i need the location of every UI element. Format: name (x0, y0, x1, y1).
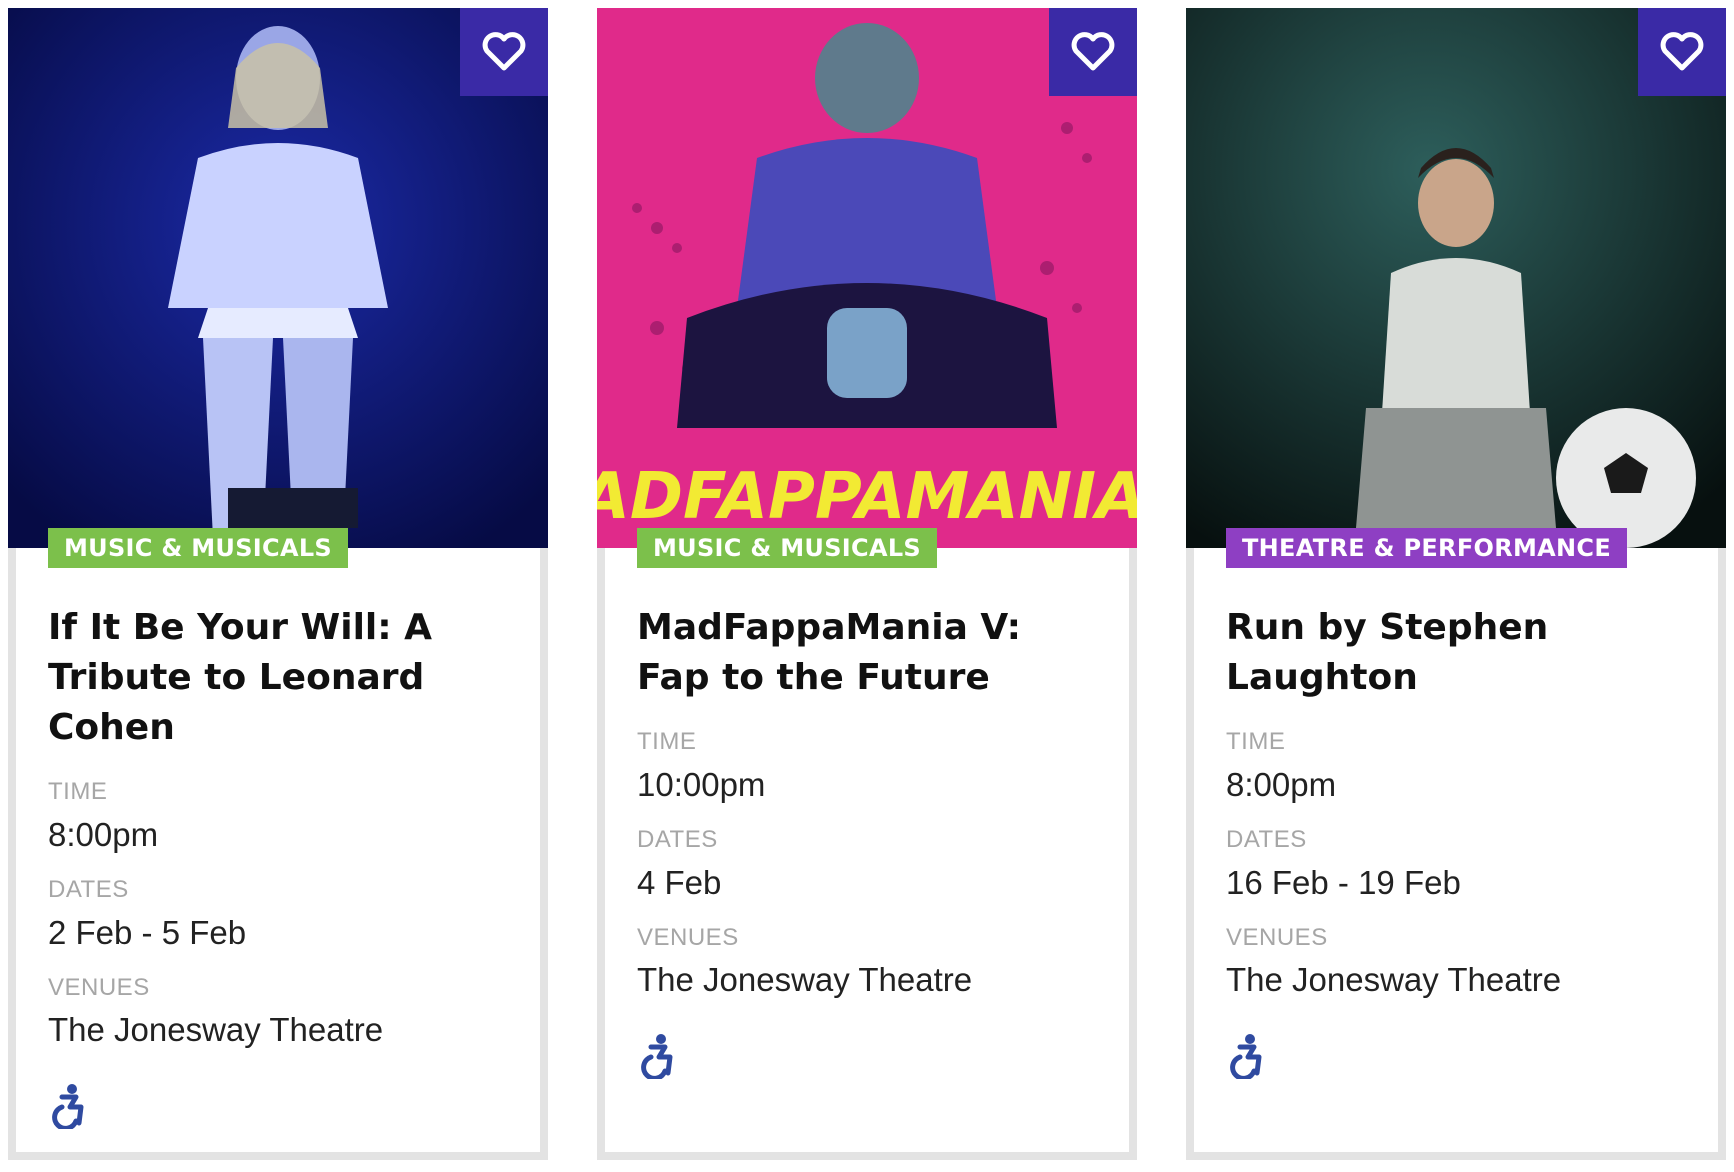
time-label: TIME (637, 728, 697, 755)
dates-value: 4 Feb (637, 864, 722, 901)
dates-value: 16 Feb - 19 Feb (1226, 864, 1461, 901)
favorite-button[interactable] (460, 8, 548, 96)
event-image[interactable] (8, 8, 548, 548)
event-title[interactable]: MadFappaMania V: Fap to the Future (637, 603, 1097, 703)
category-badge: MUSIC & MUSICALS (637, 528, 937, 568)
venue-value: The Jonesway Theatre (637, 961, 973, 998)
time-value: 10:00pm (637, 766, 766, 803)
wheelchair-icon (641, 1034, 673, 1079)
dates-label: DATES (637, 826, 718, 853)
dates-label: DATES (1226, 826, 1307, 853)
wheelchair-icon (1230, 1034, 1262, 1079)
venues-label: VENUES (637, 924, 739, 951)
event-image[interactable] (1186, 8, 1726, 548)
category-badge: THEATRE & PERFORMANCE (1226, 528, 1628, 568)
event-card[interactable]: THEATRE & PERFORMANCE Run by Stephen Lau… (1186, 8, 1726, 1160)
venue-value: The Jonesway Theatre (48, 1011, 384, 1048)
poster-title: MADFAPPAMANIA V (597, 460, 1137, 534)
time-value: 8:00pm (48, 816, 159, 853)
event-title[interactable]: If It Be Your Will: A Tribute to Leonard… (48, 603, 508, 753)
event-image[interactable]: MADFAPPAMANIA V (597, 8, 1137, 548)
category-badge: MUSIC & MUSICALS (48, 528, 348, 568)
time-label: TIME (1226, 728, 1286, 755)
event-card[interactable]: MUSIC & MUSICALS If It Be Your Will: A T… (8, 8, 548, 1160)
heart-icon (1660, 32, 1704, 71)
wheelchair-icon (52, 1084, 84, 1129)
event-card[interactable]: MADFAPPAMANIA V MUSIC & MUSICALS MadFapp… (597, 8, 1137, 1160)
event-grid: MUSIC & MUSICALS If It Be Your Will: A T… (0, 0, 1734, 1172)
event-title[interactable]: Run by Stephen Laughton (1226, 603, 1686, 703)
favorite-button[interactable] (1638, 8, 1726, 96)
favorite-button[interactable] (1049, 8, 1137, 96)
time-label: TIME (48, 778, 108, 805)
venues-label: VENUES (48, 974, 150, 1001)
venues-label: VENUES (1226, 924, 1328, 951)
dates-label: DATES (48, 876, 129, 903)
dates-value: 2 Feb - 5 Feb (48, 914, 247, 951)
time-value: 8:00pm (1226, 766, 1337, 803)
venue-value: The Jonesway Theatre (1226, 961, 1562, 998)
heart-icon (482, 32, 526, 71)
heart-icon (1071, 32, 1115, 71)
